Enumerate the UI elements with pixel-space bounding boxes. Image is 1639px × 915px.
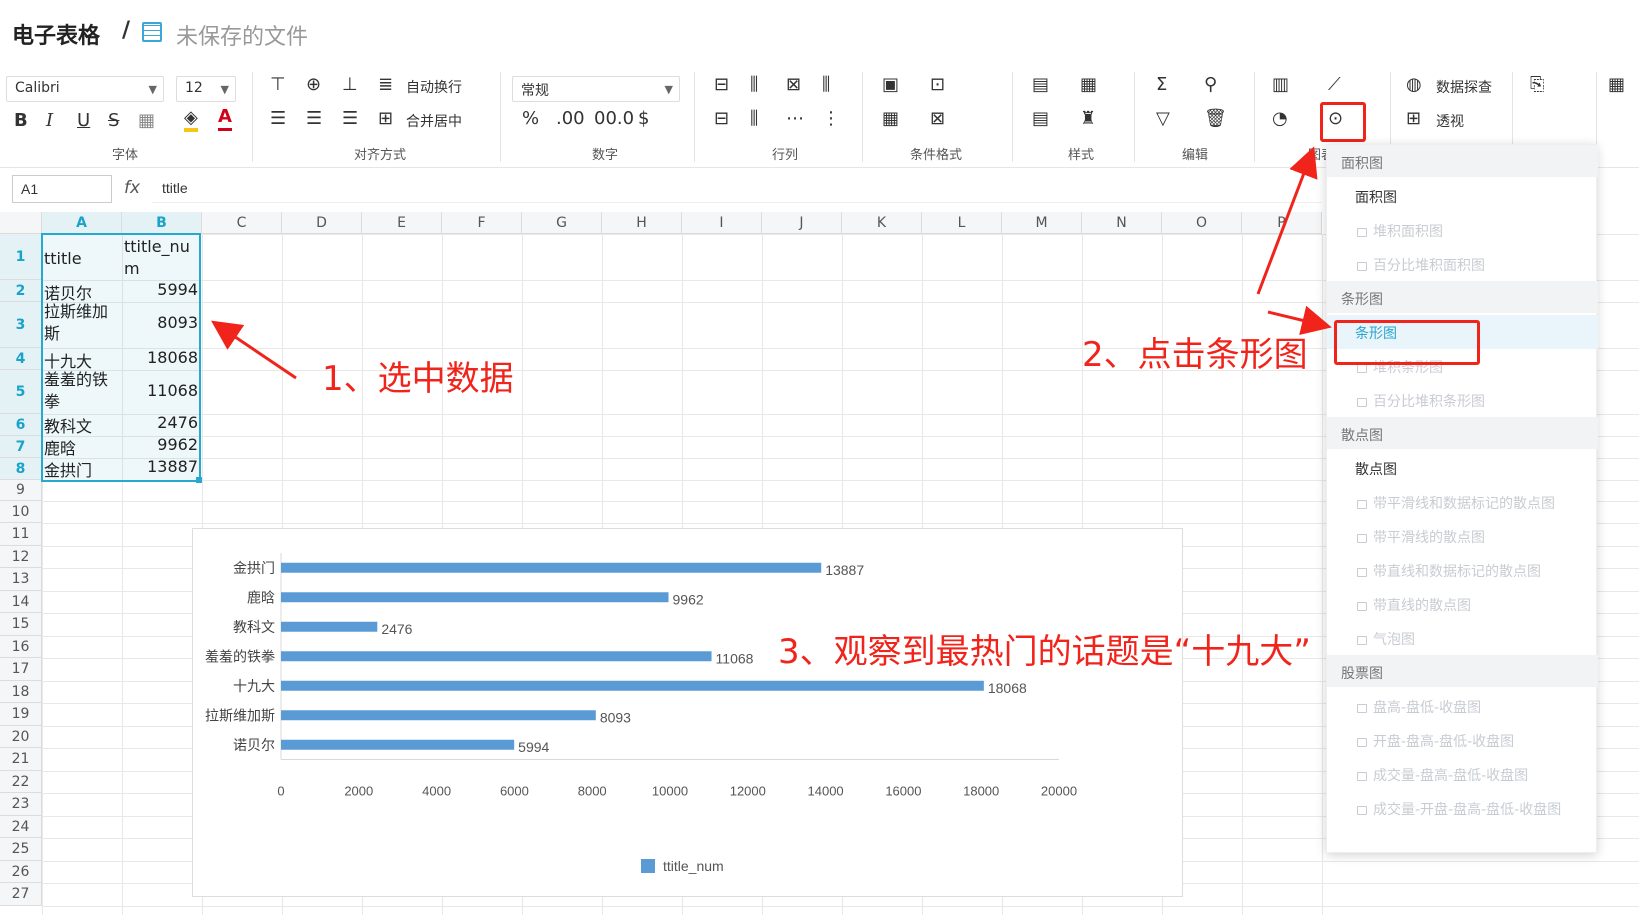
annotation-step1: 1、选中数据 [322,359,514,399]
annotation-step3: 3、观察到最热门的话题是“十九大” [778,632,1311,672]
annotation-step2: 2、点击条形图 [1082,335,1308,375]
arrow-step1 [211,320,297,380]
arrow-step2a [1256,146,1318,295]
arrow-step2b [1267,305,1332,335]
annotation-arrows [211,146,1332,380]
